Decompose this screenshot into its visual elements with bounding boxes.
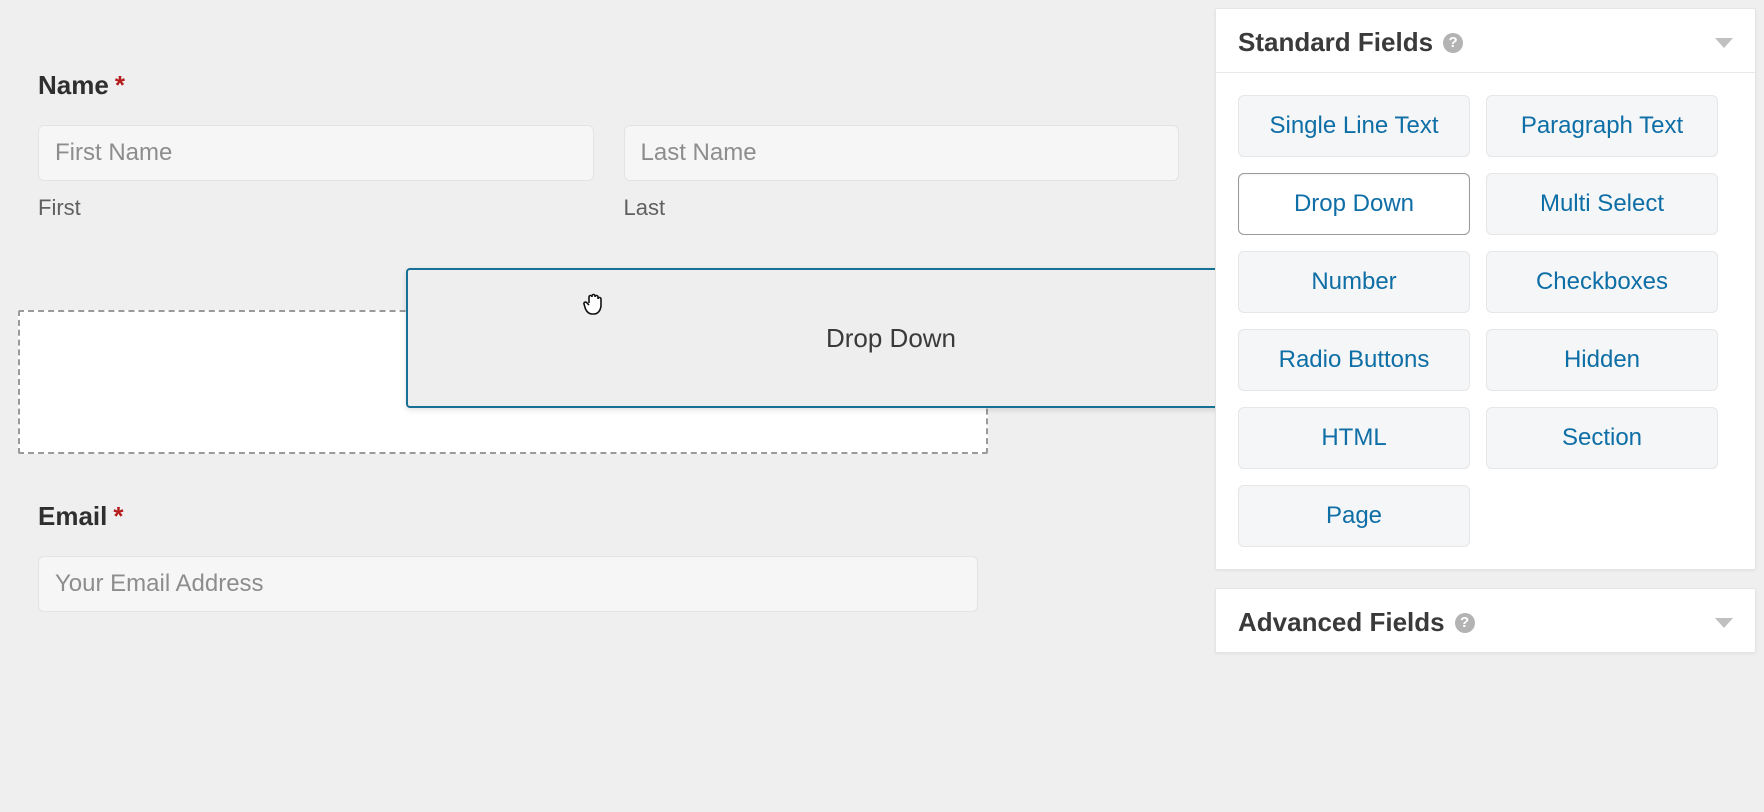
name-label-text: Name	[38, 70, 109, 100]
first-name-input[interactable]	[38, 125, 594, 181]
field-type-button[interactable]: Drop Down	[1238, 173, 1470, 235]
email-input[interactable]	[38, 556, 978, 612]
last-name-input[interactable]	[624, 125, 1180, 181]
required-star: *	[115, 70, 125, 100]
advanced-fields-panel: Advanced Fields ?	[1215, 588, 1756, 653]
required-star: *	[113, 501, 123, 531]
field-type-button[interactable]: Section	[1486, 407, 1718, 469]
field-palette: Standard Fields ? Single Line Text Paragr…	[1215, 8, 1756, 653]
field-type-button[interactable]: Single Line Text	[1238, 95, 1470, 157]
name-row: First Last	[38, 125, 1179, 221]
field-type-button[interactable]: Checkboxes	[1486, 251, 1718, 313]
standard-fields-panel: Standard Fields ? Single Line Text Paragr…	[1215, 8, 1756, 570]
field-type-button[interactable]: Radio Buttons	[1238, 329, 1470, 391]
standard-fields-body: Single Line Text Paragraph Text Drop Down M…	[1216, 73, 1755, 569]
field-type-button[interactable]: Number	[1238, 251, 1470, 313]
name-field-label: Name*	[38, 70, 1179, 101]
standard-fields-title: Standard Fields	[1238, 27, 1433, 58]
advanced-fields-title: Advanced Fields	[1238, 607, 1445, 638]
dragging-label: Drop Down	[826, 323, 956, 354]
email-field-label: Email*	[38, 501, 1179, 532]
field-type-button[interactable]: Page	[1238, 485, 1470, 547]
first-sublabel: First	[38, 195, 594, 221]
field-type-button[interactable]: Hidden	[1486, 329, 1718, 391]
help-icon[interactable]: ?	[1455, 613, 1475, 633]
field-type-button[interactable]: Multi Select	[1486, 173, 1718, 235]
chevron-down-icon	[1715, 38, 1733, 48]
field-type-button[interactable]: HTML	[1238, 407, 1470, 469]
help-icon[interactable]: ?	[1443, 33, 1463, 53]
field-type-button[interactable]: Paragraph Text	[1486, 95, 1718, 157]
email-label-text: Email	[38, 501, 107, 531]
advanced-fields-header[interactable]: Advanced Fields ?	[1216, 589, 1755, 652]
standard-fields-header[interactable]: Standard Fields ?	[1216, 9, 1755, 73]
last-sublabel: Last	[624, 195, 1180, 221]
chevron-down-icon	[1715, 618, 1733, 628]
